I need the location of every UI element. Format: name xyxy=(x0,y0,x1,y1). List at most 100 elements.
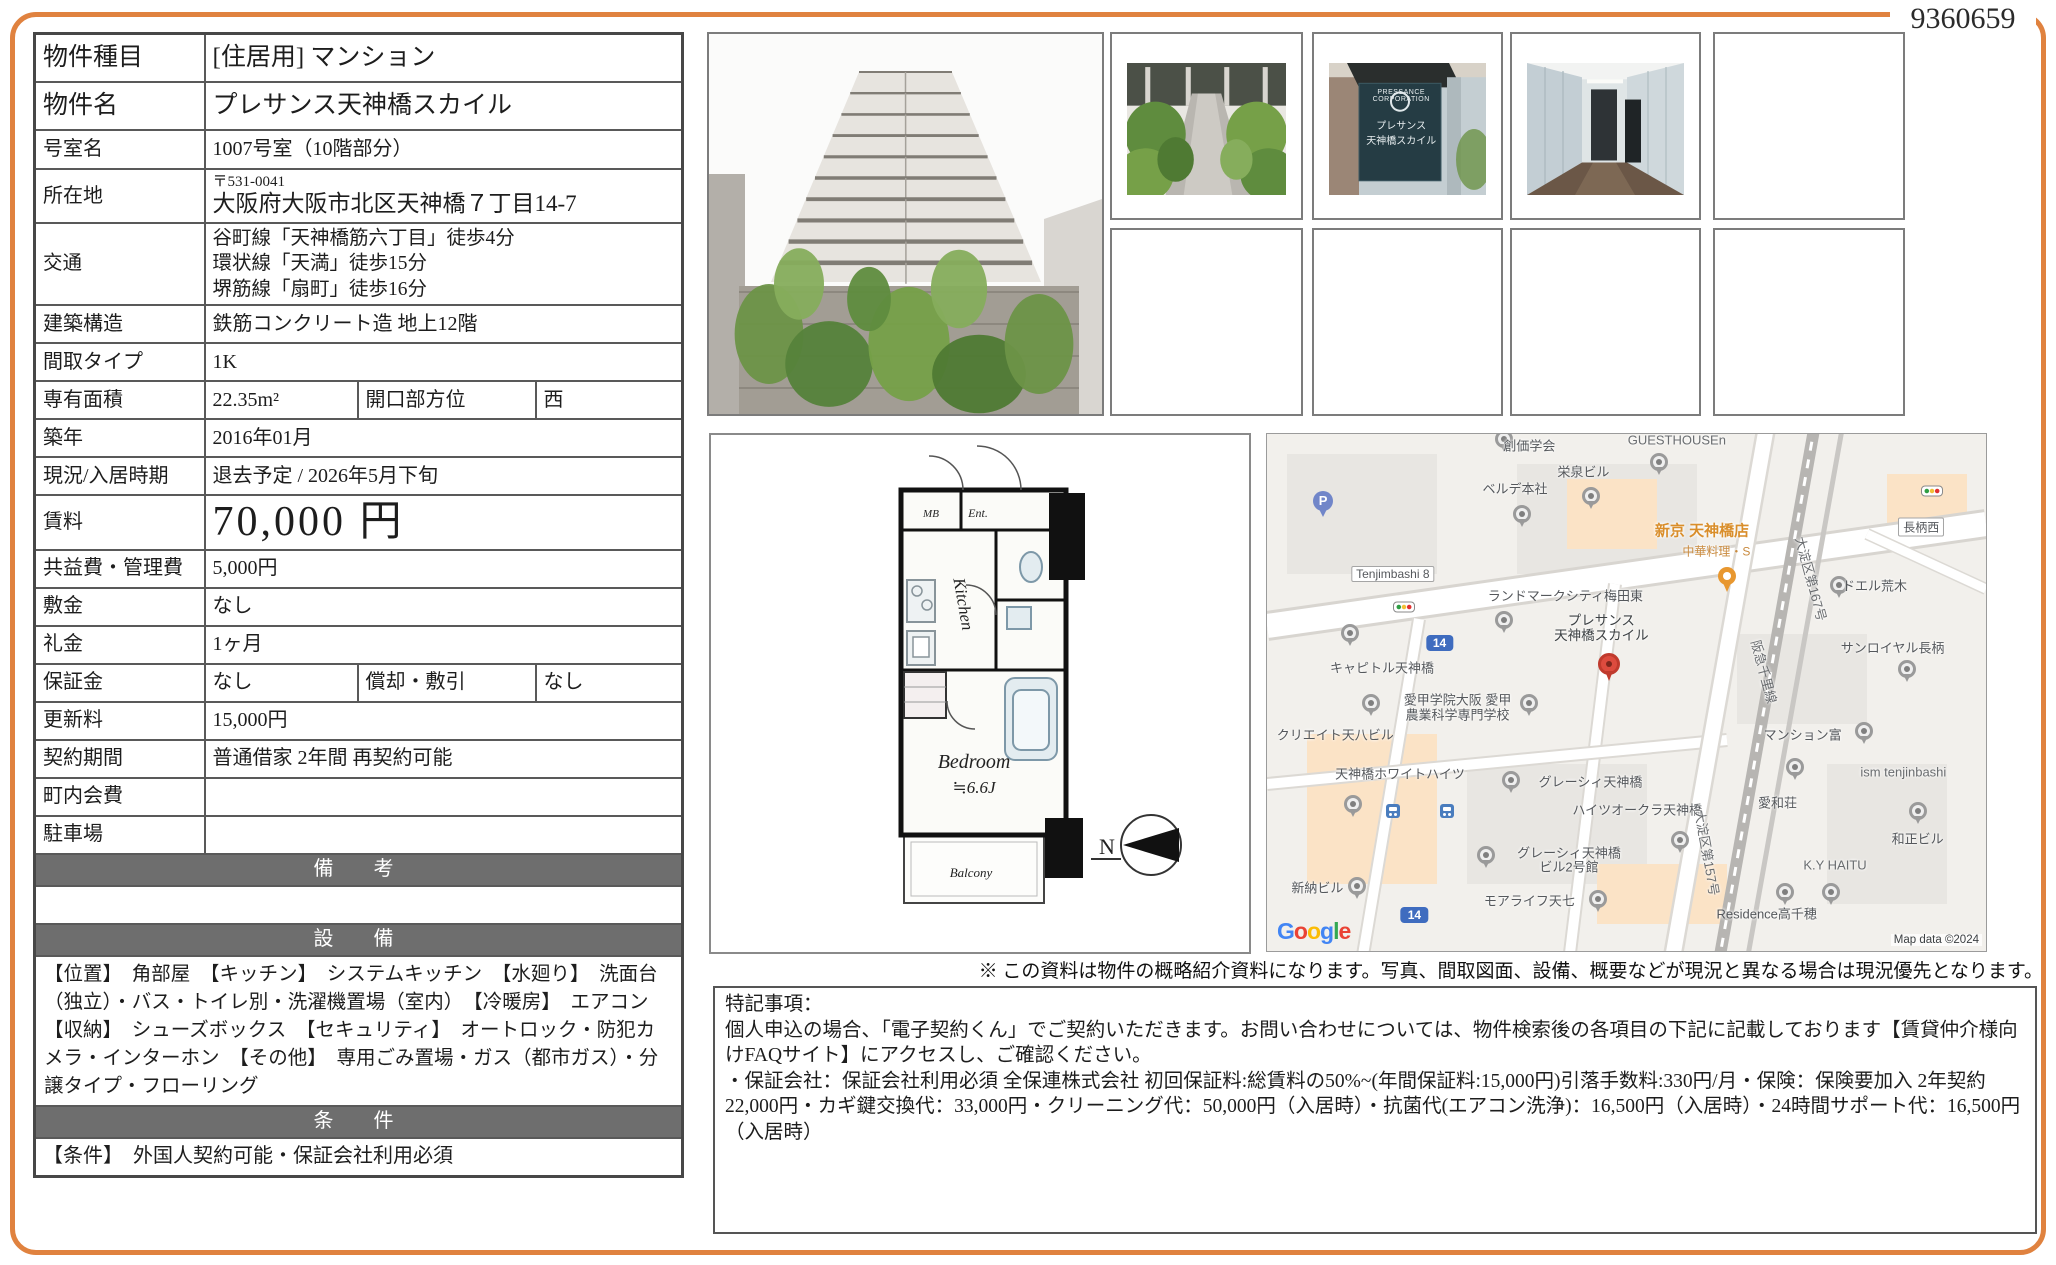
row-value: なし xyxy=(536,664,683,702)
row-label: 号室名 xyxy=(35,130,205,169)
row-label: 共益費・管理費 xyxy=(35,550,205,588)
route-shield: 14 xyxy=(1401,907,1428,923)
row-value: 〒531-0041大阪府大阪市北区天神橋７丁目14-7 xyxy=(205,169,683,223)
row-value: 15,000円 xyxy=(205,702,683,740)
map-label: モアライフ天七 xyxy=(1484,895,1575,910)
map-label: ハイツオークラ天神橋 xyxy=(1572,804,1702,819)
station-icon xyxy=(1440,804,1454,818)
floorplan-drawing: MB Ent. Kitchen Bedroom ≒6.6J Balcony N xyxy=(711,435,1249,952)
row-label: 保証金 xyxy=(35,664,205,702)
row-value: 谷町線「天神橋筋六丁目」徒歩4分環状線「天満」徒歩15分堺筋線「扇町」徒歩16分 xyxy=(205,223,683,305)
map-pin-icon xyxy=(1650,453,1668,471)
map-label: 新京 天神橋店 xyxy=(1655,524,1749,541)
map-label: K.Y HAITU xyxy=(1803,858,1866,873)
row-label: 敷金 xyxy=(35,588,205,626)
row-label: 所在地 xyxy=(35,169,205,223)
row-value: 5,000円 xyxy=(205,550,683,588)
floorplan-label-size: ≒6.6J xyxy=(952,778,996,797)
map-attribution: Map data ©2024 xyxy=(1891,934,1982,946)
document-number: 9360659 xyxy=(1890,2,2036,36)
row-label: 契約期間 xyxy=(35,740,205,778)
photo-sign: PRESSANCE CORPORATIONプレサンス天神橋スカイル xyxy=(1312,32,1503,220)
map-pin-icon xyxy=(1502,771,1520,789)
row-value: 1ヶ月 xyxy=(205,626,683,664)
google-logo-letter: g xyxy=(1320,918,1333,944)
biko-text xyxy=(35,886,683,924)
map-road-sign: Tenjimbashi 8 xyxy=(1351,566,1434,582)
row-value: 22.35m² xyxy=(205,381,358,419)
property-location-pin-icon xyxy=(1598,653,1620,675)
photo-empty-slot xyxy=(1713,32,1905,220)
map-pin-icon xyxy=(1362,694,1380,712)
row-label: 町内会費 xyxy=(35,778,205,816)
disclaimer-note: ※ この資料は物件の概略紹介資料になります。写真、間取図面、設備、概要などが現況… xyxy=(713,956,2043,983)
row-label: 更新料 xyxy=(35,702,205,740)
row-value: 開口部方位 xyxy=(358,381,536,419)
map-road-sign: 長柄西 xyxy=(1898,518,1944,537)
row-value xyxy=(205,816,683,854)
photo-building-image xyxy=(709,34,1102,414)
row-value: なし xyxy=(205,664,358,702)
floorplan-label-bedroom: Bedroom xyxy=(938,751,1011,773)
map-label: ism tenjinbashi xyxy=(1860,765,1946,780)
map-label: ランドマークシティ梅田東 xyxy=(1488,590,1643,605)
map-roads-layer xyxy=(1267,434,1986,951)
map-pin-icon xyxy=(1348,877,1366,895)
map-pin-icon xyxy=(1909,802,1927,820)
map-pin-icon xyxy=(1495,611,1513,629)
map-pin-icon xyxy=(1589,890,1607,908)
map-pin-icon xyxy=(1582,487,1600,505)
row-value: 70,000 円 xyxy=(205,495,683,550)
row-value: 鉄筋コンクリート造 地上12階 xyxy=(205,305,683,343)
map-label: 栄泉ビル xyxy=(1557,465,1609,480)
floorplan-label-ent: Ent. xyxy=(967,506,988,520)
row-value: プレサンス天神橋スカイル xyxy=(205,82,683,130)
map-label: Residence高千穂 xyxy=(1716,908,1816,923)
row-label: 交通 xyxy=(35,223,205,305)
row-label: 礼金 xyxy=(35,626,205,664)
special-notes-box: 特記事項： 個人申込の場合、「電子契約くん」でご契約いただきます。お問い合わせに… xyxy=(713,986,2037,1234)
map-label: 新納ビル xyxy=(1291,882,1343,897)
map-label: キャピトル天神橋 xyxy=(1330,662,1434,677)
floorplan-label-mb: MB xyxy=(922,508,939,520)
row-value: 償却・敷引 xyxy=(358,664,536,702)
traffic-light-icon xyxy=(1921,485,1943,496)
map-pin-icon xyxy=(1513,505,1531,523)
map-label: ドエル荒木 xyxy=(1842,579,1907,594)
row-value: なし xyxy=(205,588,683,626)
row-value: [住居用] マンション xyxy=(205,34,683,83)
floorplan-label-balcony: Balcony xyxy=(950,865,993,880)
row-label: 駐車場 xyxy=(35,816,205,854)
map-label: グレーシィ天神橋 xyxy=(1539,776,1643,791)
map-label: 愛和荘 xyxy=(1758,796,1797,811)
setsubi-text: 【位置】 角部屋 【キッチン】 システムキッチン 【水廻り】 洗面台（独立）・バ… xyxy=(35,956,683,1106)
map-label: マンション富 xyxy=(1764,729,1842,744)
map-label: ベルデ本社 xyxy=(1483,483,1548,498)
row-value: 西 xyxy=(536,381,683,419)
location-map: 創価学会GUESTHOUSEn栄泉ビルベルデ本社P新京 天神橋店中華料理・S長柄… xyxy=(1266,433,1987,952)
google-logo-letter: G xyxy=(1277,918,1294,944)
map-pin-icon xyxy=(1477,846,1495,864)
google-logo-letter: o xyxy=(1294,918,1307,944)
photo-empty-slot xyxy=(1312,228,1503,416)
row-value: 普通借家 2年間 再契約可能 xyxy=(205,740,683,778)
map-pin-icon xyxy=(1786,758,1804,776)
joken-text: 【条件】 外国人契約可能・保証会社利用必須 xyxy=(35,1138,683,1177)
row-label: 間取タイプ xyxy=(35,343,205,381)
section-band: 条 件 xyxy=(35,1106,683,1138)
map-pin-icon xyxy=(1341,624,1359,642)
row-value: 1K xyxy=(205,343,683,381)
map-label: 和正ビル xyxy=(1892,833,1944,848)
photo-garden xyxy=(1110,32,1303,220)
map-label: プレサンス天神橋スカイル xyxy=(1554,613,1649,643)
photo-empty-slot xyxy=(1510,228,1701,416)
row-label: 専有面積 xyxy=(35,381,205,419)
photo-building xyxy=(707,32,1104,416)
google-logo: Google xyxy=(1277,918,1350,945)
sign-photo-text: PRESSANCE CORPORATIONプレサンス天神橋スカイル xyxy=(1364,89,1439,147)
section-band: 設 備 xyxy=(35,924,683,956)
special-notes-title: 特記事項： xyxy=(725,992,2025,1018)
traffic-light-icon xyxy=(1393,602,1415,613)
special-notes-paragraphs: 個人申込の場合、「電子契約くん」でご契約いただきます。お問い合わせについては、物… xyxy=(725,1018,2025,1146)
map-label: 愛甲学院大阪 愛甲農業科学専門学校 xyxy=(1404,693,1512,722)
